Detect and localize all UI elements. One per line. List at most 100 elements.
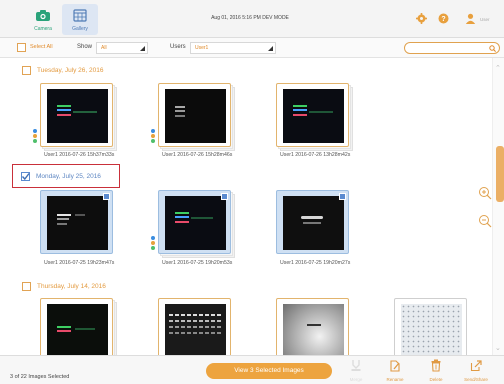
image-caption: User1 2016-07-25 19h23m47s — [44, 260, 115, 266]
gel-band — [73, 111, 97, 113]
gel-image — [47, 89, 108, 143]
thumbnail-frame — [276, 298, 349, 355]
gel-band — [57, 214, 71, 216]
gel-band — [309, 111, 333, 113]
scroll-thumb[interactable] — [496, 146, 504, 202]
thumbnail-frame — [394, 298, 467, 355]
users-dropdown[interactable]: User1 — [190, 42, 276, 54]
gel-band — [293, 105, 307, 107]
image-thumbnail[interactable] — [394, 298, 471, 355]
merge-label: Merge — [349, 377, 363, 382]
image-thumbnail[interactable] — [158, 298, 235, 355]
image-caption: User1 2016-07-26 13h28m42s — [280, 152, 351, 158]
image-caption: User1 2016-07-26 15h28m46s — [162, 152, 233, 158]
gel-band — [75, 214, 85, 216]
gel-image — [165, 196, 226, 250]
show-label: Show — [77, 44, 93, 50]
gel-image — [283, 196, 344, 250]
image-thumbnail[interactable] — [276, 83, 353, 151]
gallery-content[interactable]: Tuesday, July 26, 2016 User1 2016-07-26 … — [0, 58, 492, 355]
group-checkbox-checked[interactable] — [21, 172, 30, 181]
image-thumbnail-selected[interactable] — [40, 190, 117, 258]
gel-band — [169, 314, 222, 316]
gel-band — [57, 330, 71, 332]
gel-image — [47, 304, 108, 355]
gel-image — [401, 304, 462, 355]
user-icon[interactable] — [465, 13, 476, 24]
view-selected-button[interactable]: View 3 Selected Images — [206, 363, 332, 379]
camera-tab[interactable]: Camera — [25, 4, 61, 35]
delete-button[interactable]: Delete — [419, 359, 453, 383]
selected-check-icon — [103, 193, 110, 200]
gallery-tab[interactable]: Gallery — [62, 4, 98, 35]
gel-image — [47, 196, 108, 250]
thumbnail-frame — [158, 190, 231, 254]
selected-check-icon — [221, 193, 228, 200]
show-dropdown-value: All — [101, 45, 107, 51]
users-label: Users — [170, 44, 186, 50]
send-share-label: Send/Share — [464, 377, 488, 382]
thumbnail-frame — [276, 83, 349, 147]
gallery-tab-label: Gallery — [72, 26, 88, 32]
user-name[interactable]: User — [480, 17, 490, 22]
gel-image — [165, 304, 226, 355]
color-channel-icon — [151, 129, 156, 144]
group-checkbox[interactable] — [22, 66, 31, 75]
group-date-label: Monday, July 25, 2016 — [36, 173, 101, 180]
gel-band — [175, 216, 189, 218]
thumbnail-frame — [158, 83, 231, 147]
gel-band — [191, 217, 213, 219]
image-thumbnail[interactable] — [33, 83, 117, 151]
gel-band — [293, 114, 307, 116]
selection-count: 3 of 22 Images Selected — [10, 374, 70, 380]
thumbnail-frame — [40, 83, 113, 147]
gel-band — [175, 212, 189, 214]
image-caption: User1 2016-07-25 19h20m27s — [280, 260, 351, 266]
thumbnail-frame — [158, 298, 231, 355]
camera-icon — [36, 10, 50, 21]
image-thumbnail[interactable] — [151, 83, 235, 151]
vertical-scrollbar[interactable]: ⌃ ⌄ — [492, 58, 504, 355]
search-input[interactable] — [404, 42, 500, 54]
help-icon[interactable]: ? — [438, 13, 449, 24]
share-icon — [470, 360, 482, 372]
thumbnail-frame — [40, 298, 113, 355]
search-icon — [489, 45, 496, 52]
image-thumbnail-selected[interactable] — [276, 190, 353, 258]
rename-label: Rename — [386, 377, 404, 382]
merge-button[interactable]: Merge — [339, 359, 373, 383]
thumbnail-frame — [276, 190, 349, 254]
show-dropdown[interactable]: All — [96, 42, 148, 54]
delete-label: Delete — [429, 377, 443, 382]
group-date-label: Thursday, July 14, 2016 — [37, 283, 106, 290]
gel-band — [57, 326, 71, 328]
group-checkbox[interactable] — [22, 282, 31, 291]
image-caption: User1 2016-07-26 15h37m33s — [44, 152, 115, 158]
status-text: Aug 01, 2016 5:16 PM DEV MODE — [211, 15, 289, 21]
zoom-out-icon[interactable] — [478, 214, 492, 228]
chevron-down-icon[interactable]: ⌄ — [495, 344, 501, 352]
image-thumbnail[interactable] — [40, 298, 117, 355]
gear-icon[interactable] — [416, 13, 427, 24]
gel-band — [57, 105, 71, 107]
gel-band — [169, 326, 222, 328]
camera-tab-label: Camera — [34, 26, 52, 32]
zoom-in-icon[interactable] — [478, 186, 492, 200]
chevron-up-icon[interactable]: ⌃ — [495, 64, 501, 72]
selected-check-icon — [339, 193, 346, 200]
image-thumbnail[interactable] — [276, 298, 353, 355]
gel-band — [175, 106, 185, 108]
merge-icon — [351, 360, 361, 371]
gel-band — [301, 216, 323, 219]
rename-button[interactable]: Rename — [378, 359, 412, 383]
gel-image — [165, 89, 226, 143]
send-share-button[interactable]: Send/Share — [459, 359, 493, 383]
select-all-checkbox[interactable] — [17, 43, 26, 52]
gallery-icon — [73, 9, 87, 22]
group-date-label: Tuesday, July 26, 2016 — [37, 67, 104, 74]
gel-band — [303, 222, 321, 224]
image-thumbnail-selected[interactable] — [151, 190, 235, 258]
gel-band — [307, 324, 321, 326]
trash-icon — [431, 359, 441, 372]
select-all-label[interactable]: Select All — [30, 44, 53, 50]
